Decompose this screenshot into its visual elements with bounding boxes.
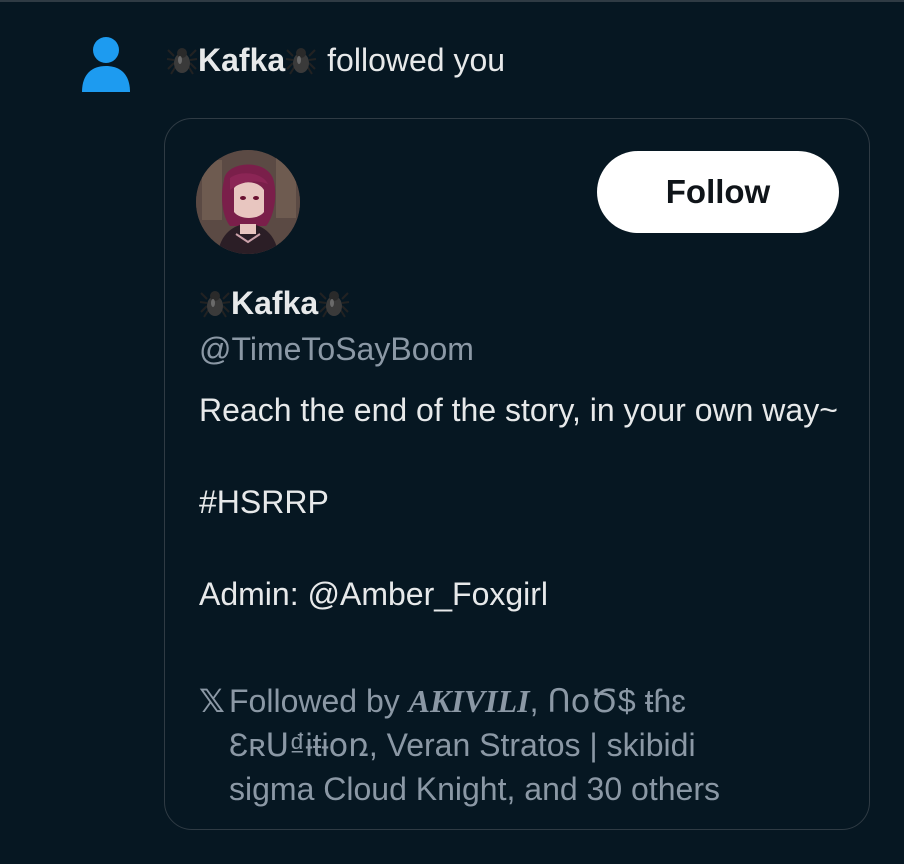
bio-text: Reach the end of the story, in your own … bbox=[199, 392, 838, 428]
bio-admin[interactable]: Admin: @Amber_Foxgirl bbox=[199, 571, 849, 617]
notification-line: Kafka followed you bbox=[166, 38, 505, 82]
followed-by-prefix: Followed by bbox=[229, 683, 409, 719]
spider-emoji-icon bbox=[318, 287, 350, 319]
user-handle[interactable]: @TimeToSayBoom bbox=[199, 331, 474, 368]
notification-user-name[interactable]: Kafka bbox=[198, 42, 285, 79]
x-logo-icon: 𝕏 bbox=[199, 683, 225, 719]
spider-emoji-icon bbox=[285, 44, 317, 76]
spider-emoji-icon bbox=[199, 287, 231, 319]
top-divider bbox=[0, 0, 904, 2]
followed-by[interactable]: 𝕏 Followed by AKIVILI, ՈօԾ$ ŧɦɛ ƐʀՍ₫ɨŧɨօռ… bbox=[199, 679, 839, 811]
followed-by-line3: sigma Cloud Knight, and 30 others bbox=[229, 771, 720, 807]
bio-hashtag[interactable]: #HSRRP bbox=[199, 479, 849, 525]
follow-button[interactable]: Follow bbox=[597, 151, 839, 233]
display-name-text: Kafka bbox=[231, 284, 319, 321]
follower-name-akivili: AKIVILI bbox=[408, 683, 530, 719]
followed-by-line2: ƐʀՍ₫ɨŧɨօռ, Veran Stratos | skibidi bbox=[229, 727, 696, 763]
user-card[interactable]: Follow Kafka @TimeToSayBoom Reach the en… bbox=[164, 118, 870, 830]
display-name[interactable]: Kafka bbox=[199, 281, 350, 325]
bio: Reach the end of the story, in your own … bbox=[199, 387, 849, 617]
spider-emoji-icon bbox=[166, 44, 198, 76]
person-icon bbox=[80, 36, 132, 92]
avatar[interactable] bbox=[196, 150, 300, 254]
notification-action-text: followed you bbox=[327, 41, 506, 78]
followed-by-rest-line1: , ՈօԾ$ ŧɦɛ bbox=[529, 683, 686, 719]
